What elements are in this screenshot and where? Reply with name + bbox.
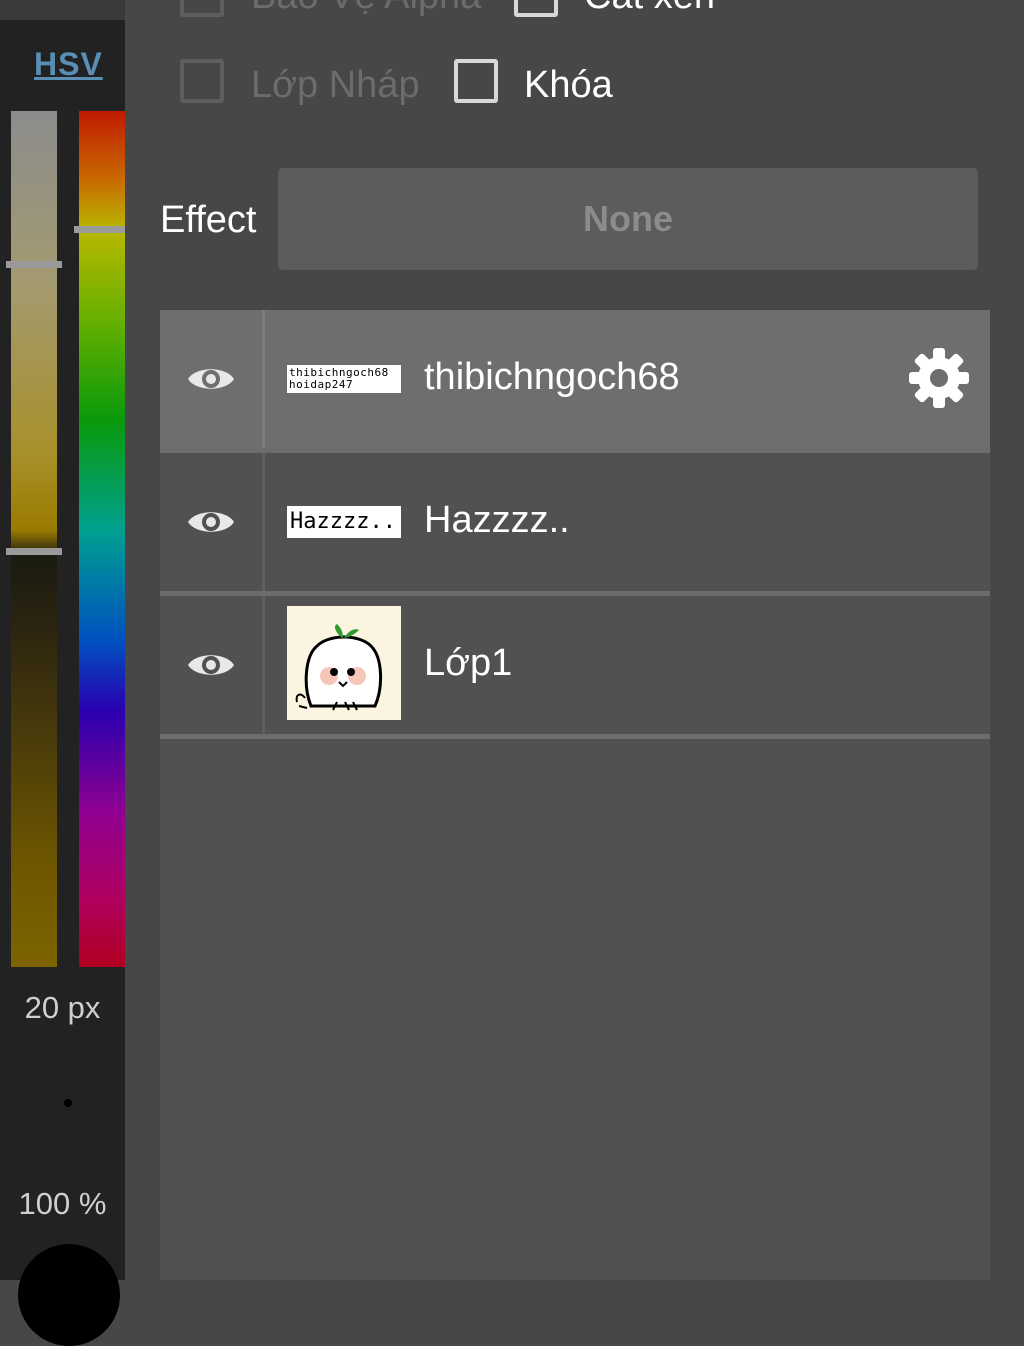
eye-icon [188, 512, 234, 532]
clipping-checkbox[interactable] [514, 0, 558, 17]
visibility-toggle[interactable] [160, 596, 265, 734]
layer-thumbnail: Hazzzz.. [287, 477, 401, 567]
value-handle[interactable] [6, 548, 62, 555]
alpha-protect-label: Bảo Vệ Alpha [251, 0, 481, 18]
layer-thumbnail [287, 606, 401, 720]
layer-row[interactable]: Lớp1 [160, 596, 990, 739]
layers-list: thibichngoch68 hoidap247 thibichngoch68 [160, 310, 990, 1280]
draft-layer-label: Lớp Nháp [251, 64, 420, 106]
eye-icon [188, 369, 234, 389]
eye-icon [188, 655, 234, 675]
hue-handle[interactable] [74, 226, 125, 233]
layer-row[interactable]: Hazzzz.. Hazzzz.. [160, 453, 990, 596]
saturation-handle[interactable] [6, 261, 62, 268]
clipping-label: Cắt xén [584, 0, 715, 18]
layer-name: thibichngoch68 [424, 356, 680, 398]
color-mode-link[interactable]: HSV [34, 46, 103, 83]
sidebar-top-strip [0, 0, 125, 20]
sticker-image [295, 624, 383, 711]
alpha-protect-checkbox[interactable] [180, 0, 224, 17]
opacity-label[interactable]: 100 % [0, 1186, 125, 1222]
layer-name: Hazzzz.. [424, 499, 570, 541]
brush-preview-dot [64, 1099, 72, 1107]
layer-thumbnail: thibichngoch68 hoidap247 [287, 334, 401, 424]
hue-slider[interactable] [79, 111, 125, 967]
lock-checkbox[interactable] [454, 59, 498, 103]
lock-label: Khóa [524, 64, 613, 106]
effect-label: Effect [160, 199, 257, 241]
color-sidebar: HSV 20 px 100 % [0, 0, 125, 1346]
thumbnail-text-line2: hoidap247 [289, 378, 354, 391]
brush-size-label[interactable]: 20 px [0, 990, 125, 1026]
draft-layer-checkbox[interactable] [180, 59, 224, 103]
saturation-value-slider[interactable] [11, 111, 57, 967]
gear-icon[interactable] [907, 346, 971, 410]
effect-dropdown[interactable]: None [278, 168, 978, 270]
layer-name: Lớp1 [424, 642, 513, 684]
layer-row[interactable]: thibichngoch68 hoidap247 thibichngoch68 [160, 310, 990, 453]
thumbnail-text: Hazzzz.. [287, 506, 401, 538]
current-color-swatch[interactable] [18, 1244, 120, 1346]
visibility-toggle[interactable] [160, 453, 265, 591]
visibility-toggle[interactable] [160, 310, 265, 448]
